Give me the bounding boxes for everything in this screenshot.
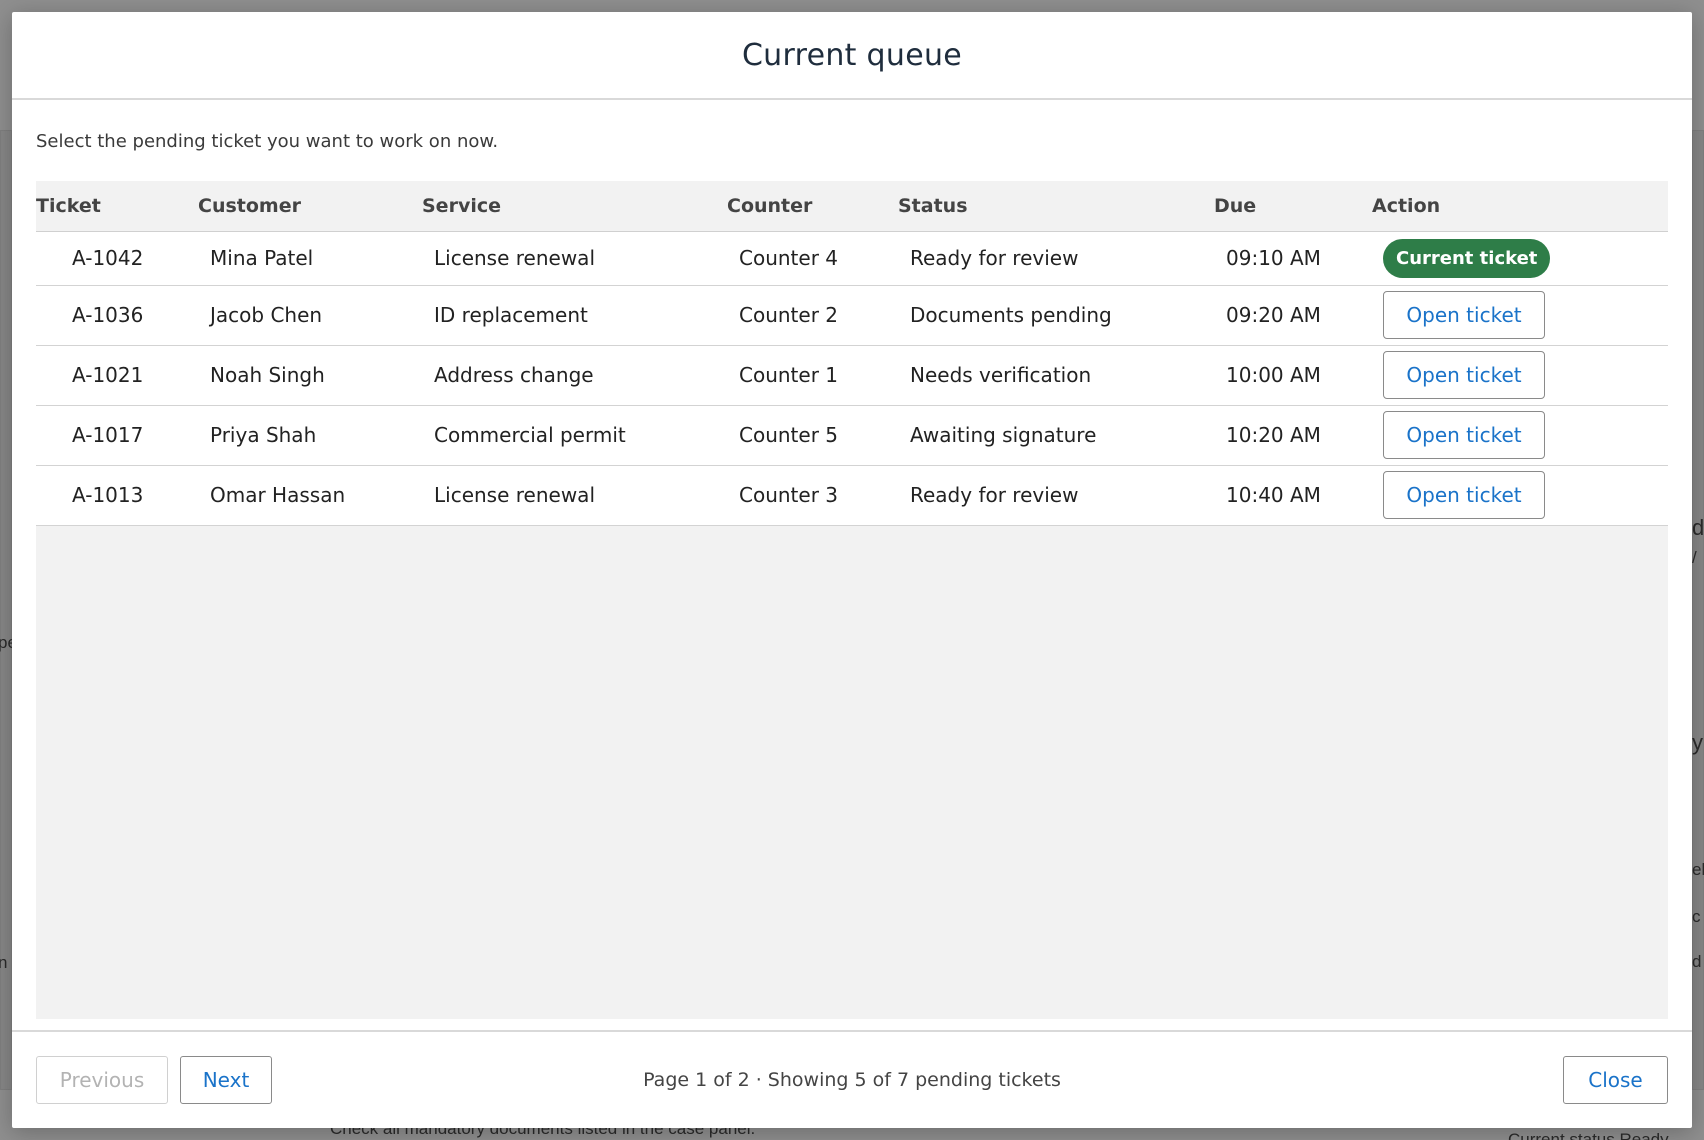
instruction-text: Select the pending ticket you want to wo… xyxy=(36,131,499,152)
queue-table-container: Ticket Customer Service Counter Status D… xyxy=(36,181,1668,1019)
next-button[interactable]: Next xyxy=(180,1056,272,1104)
modal-header: Current queue xyxy=(12,12,1692,100)
counter-name: Counter 1 xyxy=(739,363,839,387)
ticket-id: A-1036 xyxy=(72,303,144,327)
table-row: A-1013 Omar Hassan License renewal Count… xyxy=(36,465,1668,525)
customer-name: Noah Singh xyxy=(210,363,325,387)
modal-body: Select the pending ticket you want to wo… xyxy=(12,100,1692,1030)
table-header-row: Ticket Customer Service Counter Status D… xyxy=(36,181,1668,231)
customer-name: Omar Hassan xyxy=(210,483,346,507)
due-time: 09:10 AM xyxy=(1226,246,1321,270)
status-text: Ready for review xyxy=(910,483,1079,507)
background-text: n xyxy=(0,953,8,972)
table-row: A-1017 Priya Shah Commercial permit Coun… xyxy=(36,405,1668,465)
background-text: c xyxy=(1692,907,1701,926)
column-header-due: Due xyxy=(1214,194,1257,217)
column-header-action: Action xyxy=(1372,194,1441,217)
counter-name: Counter 5 xyxy=(739,423,839,447)
ticket-id: A-1021 xyxy=(72,363,144,387)
due-time: 10:00 AM xyxy=(1226,363,1321,387)
current-ticket-badge: Current ticket xyxy=(1383,238,1551,278)
ticket-id: A-1017 xyxy=(72,423,144,447)
open-ticket-button[interactable]: Open ticket xyxy=(1383,291,1545,339)
due-time: 10:20 AM xyxy=(1226,423,1321,447)
due-time: 09:20 AM xyxy=(1226,303,1321,327)
previous-button[interactable]: Previous xyxy=(36,1056,168,1104)
modal-title: Current queue xyxy=(741,37,963,73)
column-header-ticket: Ticket xyxy=(36,194,101,217)
queue-modal: Current queue Select the pending ticket … xyxy=(12,12,1692,1128)
table-row: A-1036 Jacob Chen ID replacement Counter… xyxy=(36,285,1668,345)
customer-name: Jacob Chen xyxy=(210,303,323,327)
column-header-status: Status xyxy=(898,194,968,217)
table-row: A-1021 Noah Singh Address change Counter… xyxy=(36,345,1668,405)
service-name: Address change xyxy=(434,363,594,387)
background-panel-right xyxy=(1692,130,1704,1090)
modal-footer: Previous Next Page 1 of 2 · Showing 5 of… xyxy=(12,1030,1692,1128)
customer-name: Mina Patel xyxy=(210,246,314,270)
background-text: Current status Ready xyxy=(1508,1130,1669,1140)
background-panel-left xyxy=(0,130,12,1090)
background-text: d xyxy=(1692,515,1704,540)
background-text: / xyxy=(1692,548,1697,567)
counter-name: Counter 2 xyxy=(739,303,839,327)
counter-name: Counter 4 xyxy=(739,246,839,270)
background-text: d xyxy=(1692,952,1702,971)
service-name: Commercial permit xyxy=(434,423,626,447)
ticket-id: A-1042 xyxy=(72,246,144,270)
open-ticket-button[interactable]: Open ticket xyxy=(1383,411,1545,459)
status-text: Awaiting signature xyxy=(910,423,1097,447)
column-header-counter: Counter xyxy=(727,194,813,217)
service-name: License renewal xyxy=(434,246,595,270)
open-ticket-button[interactable]: Open ticket xyxy=(1383,351,1545,399)
due-time: 10:40 AM xyxy=(1226,483,1321,507)
close-button[interactable]: Close xyxy=(1563,1056,1668,1104)
background-text: y xyxy=(1692,730,1703,755)
queue-table: Ticket Customer Service Counter Status D… xyxy=(36,181,1668,526)
customer-name: Priya Shah xyxy=(210,423,317,447)
service-name: License renewal xyxy=(434,483,595,507)
table-row: A-1042 Mina Patel License renewal Counte… xyxy=(36,231,1668,285)
status-text: Documents pending xyxy=(910,303,1112,327)
counter-name: Counter 3 xyxy=(739,483,839,507)
open-ticket-button[interactable]: Open ticket xyxy=(1383,471,1545,519)
column-header-service: Service xyxy=(422,194,501,217)
ticket-id: A-1013 xyxy=(72,483,144,507)
status-text: Needs verification xyxy=(910,363,1092,387)
background-text: el xyxy=(1692,860,1704,879)
service-name: ID replacement xyxy=(434,303,588,327)
status-text: Ready for review xyxy=(910,246,1079,270)
column-header-customer: Customer xyxy=(198,194,301,217)
